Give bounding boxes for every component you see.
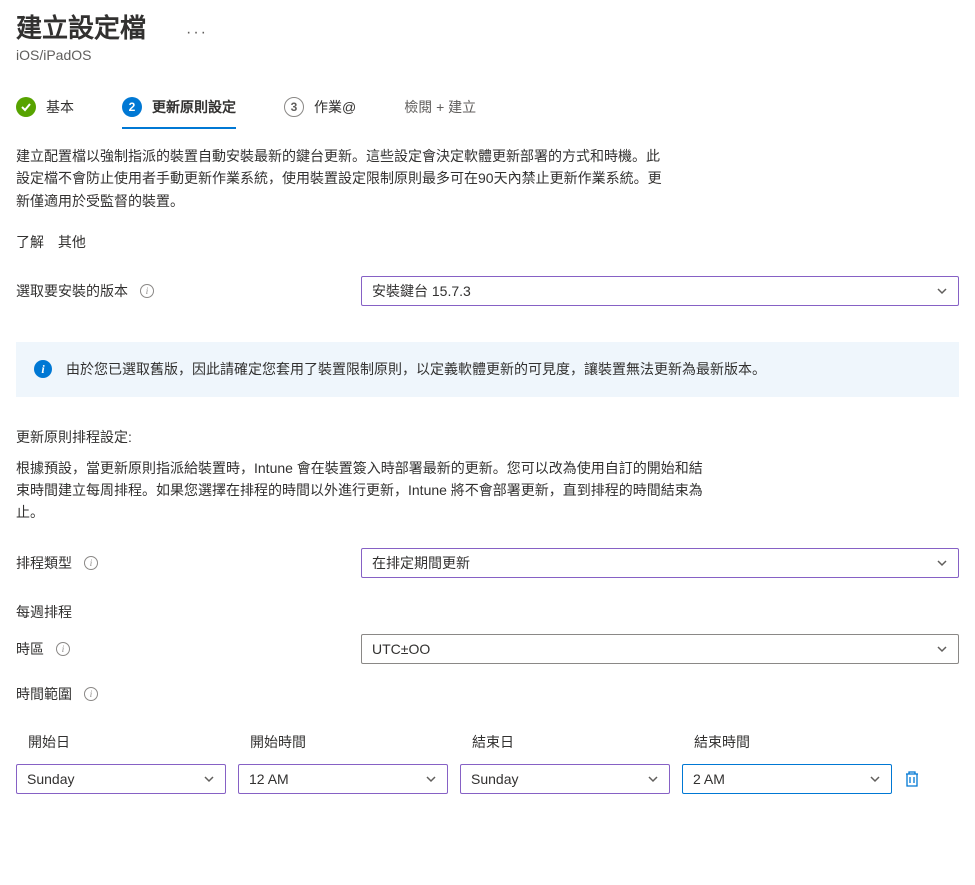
info-icon[interactable]: i (56, 642, 70, 656)
time-range-label: 時間範圍 (16, 684, 72, 704)
time-table-row: Sunday 12 AM Sunday 2 AM (16, 764, 959, 794)
info-icon: i (34, 360, 52, 378)
chevron-down-icon (869, 773, 881, 785)
end-day-select[interactable]: Sunday (460, 764, 670, 794)
step-label: 檢閱 + 建立 (404, 97, 476, 117)
timezone-value: UTC±OO (372, 641, 430, 657)
step-review-create[interactable]: 檢閱 + 建立 (404, 97, 476, 117)
col-end-time: 結束時間 (694, 732, 916, 752)
info-icon[interactable]: i (140, 284, 154, 298)
version-label: 選取要安裝的版本 (16, 281, 128, 301)
timezone-row: 時區 i UTC±OO (16, 634, 959, 664)
learn-more: 了解 其他 (16, 232, 959, 252)
step-number-icon: 3 (284, 97, 304, 117)
step-label: 更新原則設定 (152, 97, 236, 117)
start-day-select[interactable]: Sunday (16, 764, 226, 794)
step-update-policy[interactable]: 2 更新原則設定 (122, 97, 236, 129)
end-time-value: 2 AM (693, 771, 725, 787)
info-text: 由於您已選取舊版，因此請確定您套用了裝置限制原則，以定義軟體更新的可見度，讓裝置… (66, 358, 766, 380)
other-link[interactable]: 其他 (58, 234, 86, 250)
step-number-icon: 2 (122, 97, 142, 117)
step-label: 基本 (46, 97, 74, 117)
info-callout: i 由於您已選取舊版，因此請確定您套用了裝置限制原則，以定義軟體更新的可見度，讓… (16, 342, 959, 396)
timezone-label: 時區 (16, 639, 44, 659)
start-time-value: 12 AM (249, 771, 289, 787)
schedule-type-label: 排程類型 (16, 553, 72, 573)
policy-description: 建立配置檔以強制指派的裝置自動安裝最新的鍵台更新。這些設定會決定軟體更新部署的方… (16, 145, 666, 212)
delete-icon[interactable] (904, 770, 920, 788)
learn-link[interactable]: 了解 (16, 234, 44, 250)
col-end-day: 結束日 (472, 732, 694, 752)
page-header: 建立設定檔 ··· iOS/iPadOS (16, 8, 959, 63)
info-icon[interactable]: i (84, 556, 98, 570)
chevron-down-icon (203, 773, 215, 785)
end-time-select[interactable]: 2 AM (682, 764, 892, 794)
schedule-type-select[interactable]: 在排定期間更新 (361, 548, 959, 578)
col-start-time: 開始時間 (250, 732, 472, 752)
schedule-type-row: 排程類型 i 在排定期間更新 (16, 548, 959, 578)
version-row: 選取要安裝的版本 i 安裝鍵台 15.7.3 (16, 276, 959, 306)
schedule-title: 更新原則排程設定: (16, 427, 959, 447)
chevron-down-icon (936, 557, 948, 569)
chevron-down-icon (647, 773, 659, 785)
start-time-select[interactable]: 12 AM (238, 764, 448, 794)
end-day-value: Sunday (471, 771, 518, 787)
more-icon[interactable]: ··· (186, 24, 208, 42)
chevron-down-icon (425, 773, 437, 785)
schedule-description: 根據預設，當更新原則指派給裝置時，Intune 會在裝置簽入時部署最新的更新。您… (16, 457, 716, 524)
time-table-header: 開始日 開始時間 結束日 結束時間 (16, 732, 959, 752)
col-start-day: 開始日 (28, 732, 250, 752)
step-assignments[interactable]: 3 作業@ (284, 97, 356, 117)
weekly-schedule-title: 每週排程 (16, 602, 959, 622)
chevron-down-icon (936, 643, 948, 655)
time-range-row: 時間範圍 i (16, 684, 959, 704)
chevron-down-icon (936, 285, 948, 297)
version-select[interactable]: 安裝鍵台 15.7.3 (361, 276, 959, 306)
start-day-value: Sunday (27, 771, 74, 787)
page-subtitle: iOS/iPadOS (16, 47, 959, 63)
timezone-select[interactable]: UTC±OO (361, 634, 959, 664)
version-value: 安裝鍵台 15.7.3 (372, 281, 471, 301)
checkmark-icon (16, 97, 36, 117)
page-title: 建立設定檔 (16, 8, 146, 45)
info-icon[interactable]: i (84, 687, 98, 701)
schedule-type-value: 在排定期間更新 (372, 553, 470, 573)
step-label: 作業@ (314, 97, 356, 117)
wizard-steps: 基本 2 更新原則設定 3 作業@ 檢閱 + 建立 (16, 97, 959, 117)
step-basics[interactable]: 基本 (16, 97, 74, 117)
